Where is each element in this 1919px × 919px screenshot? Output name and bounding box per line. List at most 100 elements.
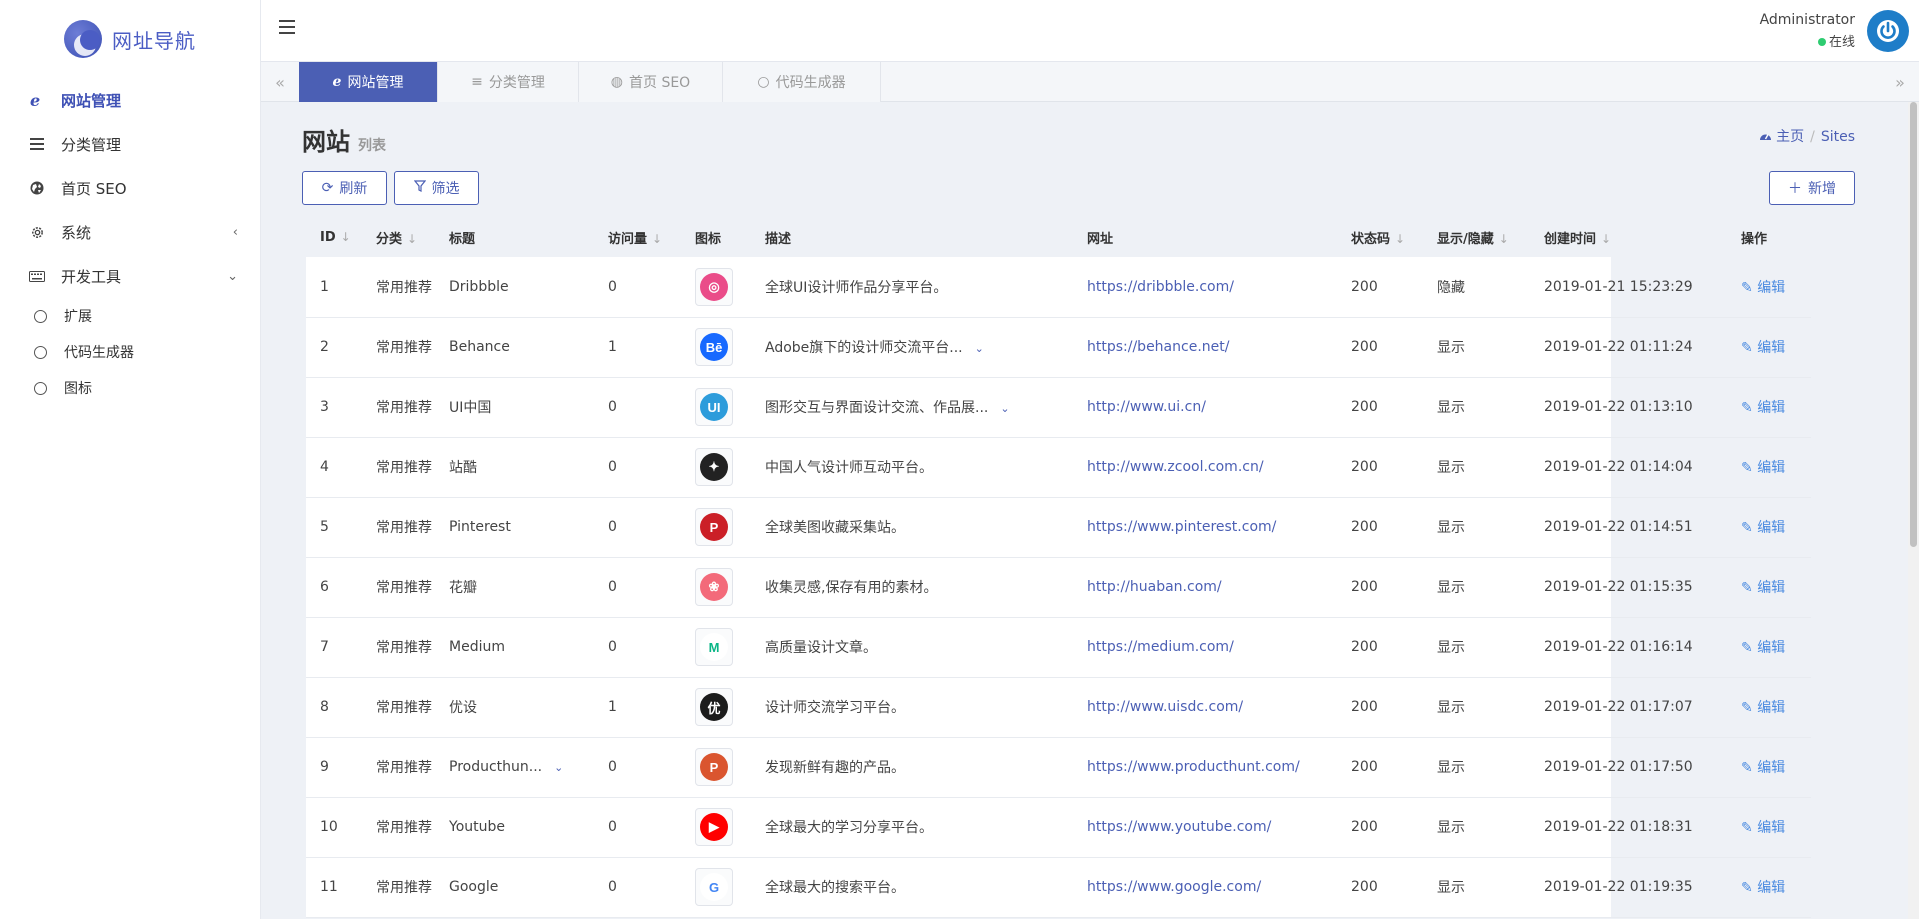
tab-scroll-left-icon[interactable]: « xyxy=(261,62,299,102)
tab-sites[interactable]: e 网站管理 xyxy=(299,62,438,102)
sidebar-subitem-extensions[interactable]: 扩展 xyxy=(0,298,260,334)
edit-button[interactable]: ✎ 编辑 xyxy=(1741,640,1785,656)
dribbble-logo-icon[interactable]: ◎ xyxy=(695,267,733,306)
google-logo-icon[interactable]: G xyxy=(695,868,733,906)
producthunt-logo-icon[interactable]: P xyxy=(695,748,733,786)
scrollbar-thumb[interactable] xyxy=(1910,102,1917,547)
col-header-label: 访问量 xyxy=(608,231,648,247)
edit-button[interactable]: ✎ 编辑 xyxy=(1741,520,1785,536)
cell-url[interactable]: https://medium.com/ xyxy=(1073,617,1337,678)
ie-icon: e xyxy=(332,74,342,90)
user-info[interactable]: Administrator 在线 xyxy=(1760,12,1855,50)
zcool-logo-icon[interactable]: ✦ xyxy=(695,448,733,486)
sidebar-subitem-icons[interactable]: 图标 xyxy=(0,370,260,406)
hamburger-menu-icon[interactable] xyxy=(279,20,295,36)
add-button[interactable]: ＋ 新增 xyxy=(1769,171,1855,205)
edit-button[interactable]: ✎ 编辑 xyxy=(1741,400,1785,416)
sidebar-item-system[interactable]: 系统 ‹ xyxy=(0,210,260,254)
sidebar-item-categories[interactable]: 分类管理 xyxy=(0,122,260,166)
sites-table: ID ↓ 分类 ↓ 标题 访问量 ↓ 图标 描述 网址 状态码 ↓ 显示/隐藏 ↓ 创建时… xyxy=(306,217,1811,918)
cell-title-text: Behance xyxy=(449,339,510,355)
medium-logo-icon[interactable]: M xyxy=(695,628,733,666)
col-header-category[interactable]: 分类 ↓ xyxy=(362,217,435,257)
edit-icon: ✎ xyxy=(1741,279,1753,296)
col-header-status[interactable]: 状态码 ↓ xyxy=(1337,217,1423,257)
cell-url[interactable]: https://www.google.com/ xyxy=(1073,857,1337,918)
url-link[interactable]: https://www.youtube.com/ xyxy=(1087,819,1271,835)
col-header-id[interactable]: ID ↓ xyxy=(306,217,362,257)
edit-button[interactable]: ✎ 编辑 xyxy=(1741,460,1785,476)
sort-arrow-icon: ↓ xyxy=(340,229,351,244)
edit-button[interactable]: ✎ 编辑 xyxy=(1741,700,1785,716)
breadcrumb-home[interactable]: 主页 xyxy=(1776,129,1804,145)
gear-icon xyxy=(28,223,46,241)
pinterest-logo-icon[interactable]: P xyxy=(695,508,733,546)
cell-url[interactable]: https://www.producthunt.com/ xyxy=(1073,737,1337,798)
sidebar-item-seo[interactable]: 首页 SEO xyxy=(0,166,260,210)
tab-categories[interactable]: ≡ 分类管理 xyxy=(438,62,579,102)
edit-button[interactable]: ✎ 编辑 xyxy=(1741,880,1785,896)
url-link[interactable]: https://dribbble.com/ xyxy=(1087,279,1234,295)
power-icon[interactable] xyxy=(1867,10,1909,52)
col-header-actions: 操作 xyxy=(1727,217,1811,257)
add-label: 新增 xyxy=(1808,181,1836,197)
tab-label: 分类管理 xyxy=(488,75,545,91)
cell-visible: 显示 xyxy=(1423,737,1530,798)
expand-icon[interactable]: ⌄ xyxy=(1000,402,1009,415)
url-link[interactable]: http://www.uisdc.com/ xyxy=(1087,699,1243,715)
youtube-logo-icon[interactable]: ▶ xyxy=(695,808,733,846)
edit-button[interactable]: ✎ 编辑 xyxy=(1741,280,1785,296)
expand-icon[interactable]: ⌄ xyxy=(975,342,984,355)
cell-url[interactable]: http://www.ui.cn/ xyxy=(1073,377,1337,438)
brand[interactable]: 网址导航 xyxy=(0,0,260,78)
filter-button[interactable]: 筛选 xyxy=(394,171,479,205)
url-link[interactable]: https://www.pinterest.com/ xyxy=(1087,519,1276,535)
tab-seo[interactable]: ◍ 首页 SEO xyxy=(579,62,723,102)
cell-url[interactable]: http://huaban.com/ xyxy=(1073,557,1337,618)
col-header-created[interactable]: 创建时间 ↓ xyxy=(1530,217,1727,257)
cell-status: 200 xyxy=(1337,737,1423,798)
cell-url[interactable]: http://www.uisdc.com/ xyxy=(1073,677,1337,738)
sidebar-subitem-codegen[interactable]: 代码生成器 xyxy=(0,334,260,370)
tab-codegen[interactable]: ○ 代码生成器 xyxy=(723,62,881,102)
url-link[interactable]: http://huaban.com/ xyxy=(1087,579,1222,595)
edit-button[interactable]: ✎ 编辑 xyxy=(1741,820,1785,836)
url-link[interactable]: https://behance.net/ xyxy=(1087,339,1229,355)
cell-actions: ✎ 编辑 xyxy=(1727,497,1811,558)
cell-url[interactable]: http://www.zcool.com.cn/ xyxy=(1073,437,1337,498)
col-header-visits[interactable]: 访问量 ↓ xyxy=(594,217,681,257)
cell-visits: 0 xyxy=(594,557,681,618)
edit-button[interactable]: ✎ 编辑 xyxy=(1741,760,1785,776)
refresh-button[interactable]: ⟳ 刷新 xyxy=(302,171,387,205)
url-link[interactable]: https://www.producthunt.com/ xyxy=(1087,759,1300,775)
cell-url[interactable]: https://www.pinterest.com/ xyxy=(1073,497,1337,558)
cell-desc: 中国人气设计师互动平台。 xyxy=(751,437,1073,498)
edit-button[interactable]: ✎ 编辑 xyxy=(1741,340,1785,356)
edit-icon: ✎ xyxy=(1741,460,1753,476)
sidebar-item-sites[interactable]: e 网站管理 xyxy=(0,78,260,122)
edit-button[interactable]: ✎ 编辑 xyxy=(1741,580,1785,596)
cell-title: 优设 xyxy=(435,677,594,738)
edit-icon: ✎ xyxy=(1741,400,1753,416)
cell-url[interactable]: https://behance.net/ xyxy=(1073,317,1337,378)
cell-desc-text: 全球美图收藏采集站。 xyxy=(765,520,905,536)
uisdc-logo-icon[interactable]: 优 xyxy=(695,688,733,726)
page-scrollbar[interactable] xyxy=(1908,102,1919,919)
cell-url[interactable]: https://www.youtube.com/ xyxy=(1073,797,1337,858)
url-link[interactable]: https://medium.com/ xyxy=(1087,639,1234,655)
expand-icon[interactable]: ⌄ xyxy=(554,761,563,774)
filter-label: 筛选 xyxy=(431,181,460,197)
cell-url[interactable]: https://dribbble.com/ xyxy=(1073,257,1337,318)
col-header-visible[interactable]: 显示/隐藏 ↓ xyxy=(1423,217,1530,257)
huaban-logo-icon[interactable]: ❀ xyxy=(695,568,733,606)
tab-scroll-right-icon[interactable]: » xyxy=(1881,62,1919,102)
url-link[interactable]: http://www.zcool.com.cn/ xyxy=(1087,459,1264,475)
uichina-logo-icon[interactable]: UI xyxy=(695,388,733,426)
col-header-label: 操作 xyxy=(1741,231,1768,247)
url-link[interactable]: https://www.google.com/ xyxy=(1087,879,1261,895)
cell-icon: P xyxy=(681,737,751,798)
sidebar-item-devtools[interactable]: 开发工具 ⌄ xyxy=(0,254,260,298)
table-row: 2 常用推荐 Behance 1 Bē Adobe旗下的设计师交流平台... ⌄ https:… xyxy=(306,317,1811,378)
behance-logo-icon[interactable]: Bē xyxy=(695,328,733,366)
url-link[interactable]: http://www.ui.cn/ xyxy=(1087,399,1206,415)
